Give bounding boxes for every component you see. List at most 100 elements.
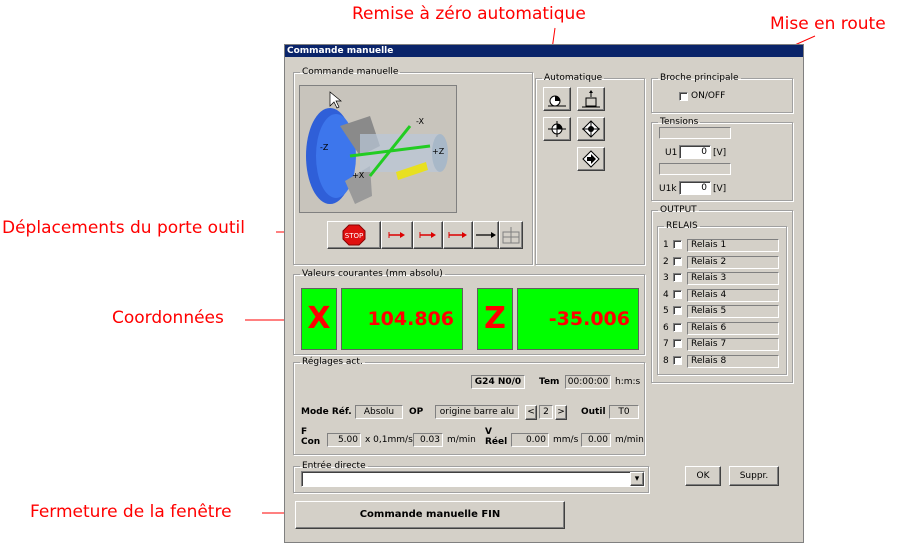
stop-sign-icon: STOP <box>342 224 366 246</box>
g-code-display: G24 N0/0 <box>471 375 525 389</box>
x-axis-label-display: X <box>301 288 337 350</box>
diamond-crosshair-icon <box>582 120 600 138</box>
relais-checkbox[interactable] <box>673 322 682 332</box>
u1-bar <box>659 127 731 139</box>
axis-label-plus-z: +Z <box>432 147 445 156</box>
outil-value: T0 <box>609 405 639 419</box>
op-index: 2 <box>539 405 553 419</box>
u1k-unit: [V] <box>713 184 727 194</box>
tem-label: Tem <box>539 377 560 387</box>
con-label: Con <box>301 437 321 447</box>
op-label: OP <box>409 407 424 417</box>
tem-unit: h:m:s <box>615 377 641 387</box>
f-con-value: 5.00 <box>327 433 361 447</box>
relais-label: Relais 1 <box>687 239 779 252</box>
relais-label: Relais 2 <box>687 255 779 269</box>
relais-list: 1 Relais 1 2 Relais 2 3 Relais 3 4 Relais 4 5 Rel… <box>657 237 785 373</box>
auto-zero-x-button[interactable] <box>543 117 571 141</box>
relais-number: 7 <box>663 339 669 349</box>
suppr-button[interactable]: Suppr. <box>729 466 779 486</box>
mode-ref-value: Absolu <box>355 405 403 419</box>
v-reel-unit: mm/s <box>553 435 579 445</box>
relais-number: 2 <box>663 256 669 267</box>
u1-unit: [V] <box>713 148 727 158</box>
op-prev-button[interactable]: < <box>525 405 537 420</box>
arrow-right-icon <box>388 232 405 238</box>
relais-legend: RELAIS <box>666 221 698 231</box>
lathe-drawing-icon: -X -Z +Z +X <box>306 91 448 204</box>
outil-label: Outil <box>581 407 606 417</box>
jog-step-1-button[interactable] <box>381 221 413 249</box>
lathe-illustration: -X -Z +Z +X <box>299 85 457 213</box>
auto-execute-button[interactable] <box>577 147 605 171</box>
broche-on-off-checkbox[interactable] <box>679 92 688 101</box>
ok-button[interactable]: OK <box>685 466 721 486</box>
relais-label: Relais 5 <box>687 305 779 318</box>
jog-continuous-button[interactable] <box>473 221 499 249</box>
auto-tool-home-button[interactable] <box>577 87 605 111</box>
crosshair-icon <box>548 121 566 137</box>
relais-number: 1 <box>663 240 669 250</box>
window-title: Commande manuelle <box>285 45 803 57</box>
v-reel-unit-2: m/min <box>615 435 644 445</box>
arrow-right-icon <box>419 232 436 238</box>
broche-legend: Broche principale <box>660 73 739 83</box>
relais-number: 6 <box>663 322 669 333</box>
relais-checkbox[interactable] <box>673 355 682 365</box>
relais-label: Relais 6 <box>687 321 779 335</box>
f-con-unit: x 0,1mm/s <box>365 435 413 445</box>
jog-grid-button[interactable] <box>499 221 523 249</box>
broche-on-off-label: ON/OFF <box>691 91 726 101</box>
valeurs-legend: Valeurs courantes (mm absolu) <box>302 269 443 279</box>
v-reel-value: 0.00 <box>511 433 549 447</box>
relais-number: 8 <box>663 355 669 366</box>
mode-ref-label: Mode Réf. <box>301 407 352 417</box>
x-value-display: 104.806 <box>341 288 463 350</box>
relais-label: Relais 8 <box>687 354 779 368</box>
output-legend: OUTPUT <box>660 205 697 215</box>
auto-zero-z-button[interactable] <box>577 117 605 141</box>
u1-input[interactable]: 0 <box>679 145 711 159</box>
relais-checkbox[interactable] <box>673 306 682 315</box>
auto-home-button[interactable] <box>543 87 571 111</box>
relais-number: 5 <box>663 306 669 316</box>
axis-label-minus-z: -Z <box>320 143 329 152</box>
arrow-right-long-icon <box>476 232 496 238</box>
z-value-display: -35.006 <box>517 288 639 350</box>
relais-checkbox[interactable] <box>673 256 682 266</box>
chevron-down-icon[interactable]: ▾ <box>630 472 644 486</box>
tensions-legend: Tensions <box>660 117 699 127</box>
axis-label-plus-x: +X <box>352 171 365 180</box>
jog-step-3-button[interactable] <box>443 221 473 249</box>
svg-text:STOP: STOP <box>345 232 363 240</box>
relais-checkbox[interactable] <box>673 240 682 249</box>
jog-step-2-button[interactable] <box>413 221 443 249</box>
relais-label: Relais 3 <box>687 272 779 285</box>
automatique-legend: Automatique <box>544 73 603 83</box>
op-next-button[interactable]: > <box>555 405 567 420</box>
relais-checkbox[interactable] <box>673 339 682 348</box>
v-label: V <box>485 427 492 437</box>
u1k-bar <box>659 163 731 175</box>
u1k-input[interactable]: 0 <box>679 181 711 195</box>
tem-value: 00:00:00 <box>565 375 611 389</box>
arrow-right-icon <box>448 232 467 238</box>
commande-manuelle-legend: Commande manuelle <box>302 67 399 77</box>
stop-button[interactable]: STOP <box>327 221 381 249</box>
v-reel-value-2: 0.00 <box>581 433 611 447</box>
relais-number: 3 <box>663 273 669 283</box>
commande-manuelle-fin-button[interactable]: Commande manuelle FIN <box>295 501 565 529</box>
reglages-legend: Réglages act. <box>302 357 363 367</box>
relais-checkbox[interactable] <box>673 289 682 299</box>
u1k-label: U1k <box>659 184 677 194</box>
grid-icon <box>502 227 520 244</box>
relais-checkbox[interactable] <box>673 273 682 282</box>
diamond-arrow-icon <box>582 150 600 168</box>
relais-number: 4 <box>663 289 669 300</box>
entree-directe-combobox[interactable]: ▾ <box>301 471 645 487</box>
relais-label: Relais 7 <box>687 338 779 351</box>
commande-manuelle-window: Commande manuelle Commande manuelle -X -… <box>284 44 804 543</box>
z-axis-label-display: Z <box>477 288 513 350</box>
axis-label-minus-x: -X <box>416 117 424 126</box>
tool-up-icon <box>582 90 600 108</box>
